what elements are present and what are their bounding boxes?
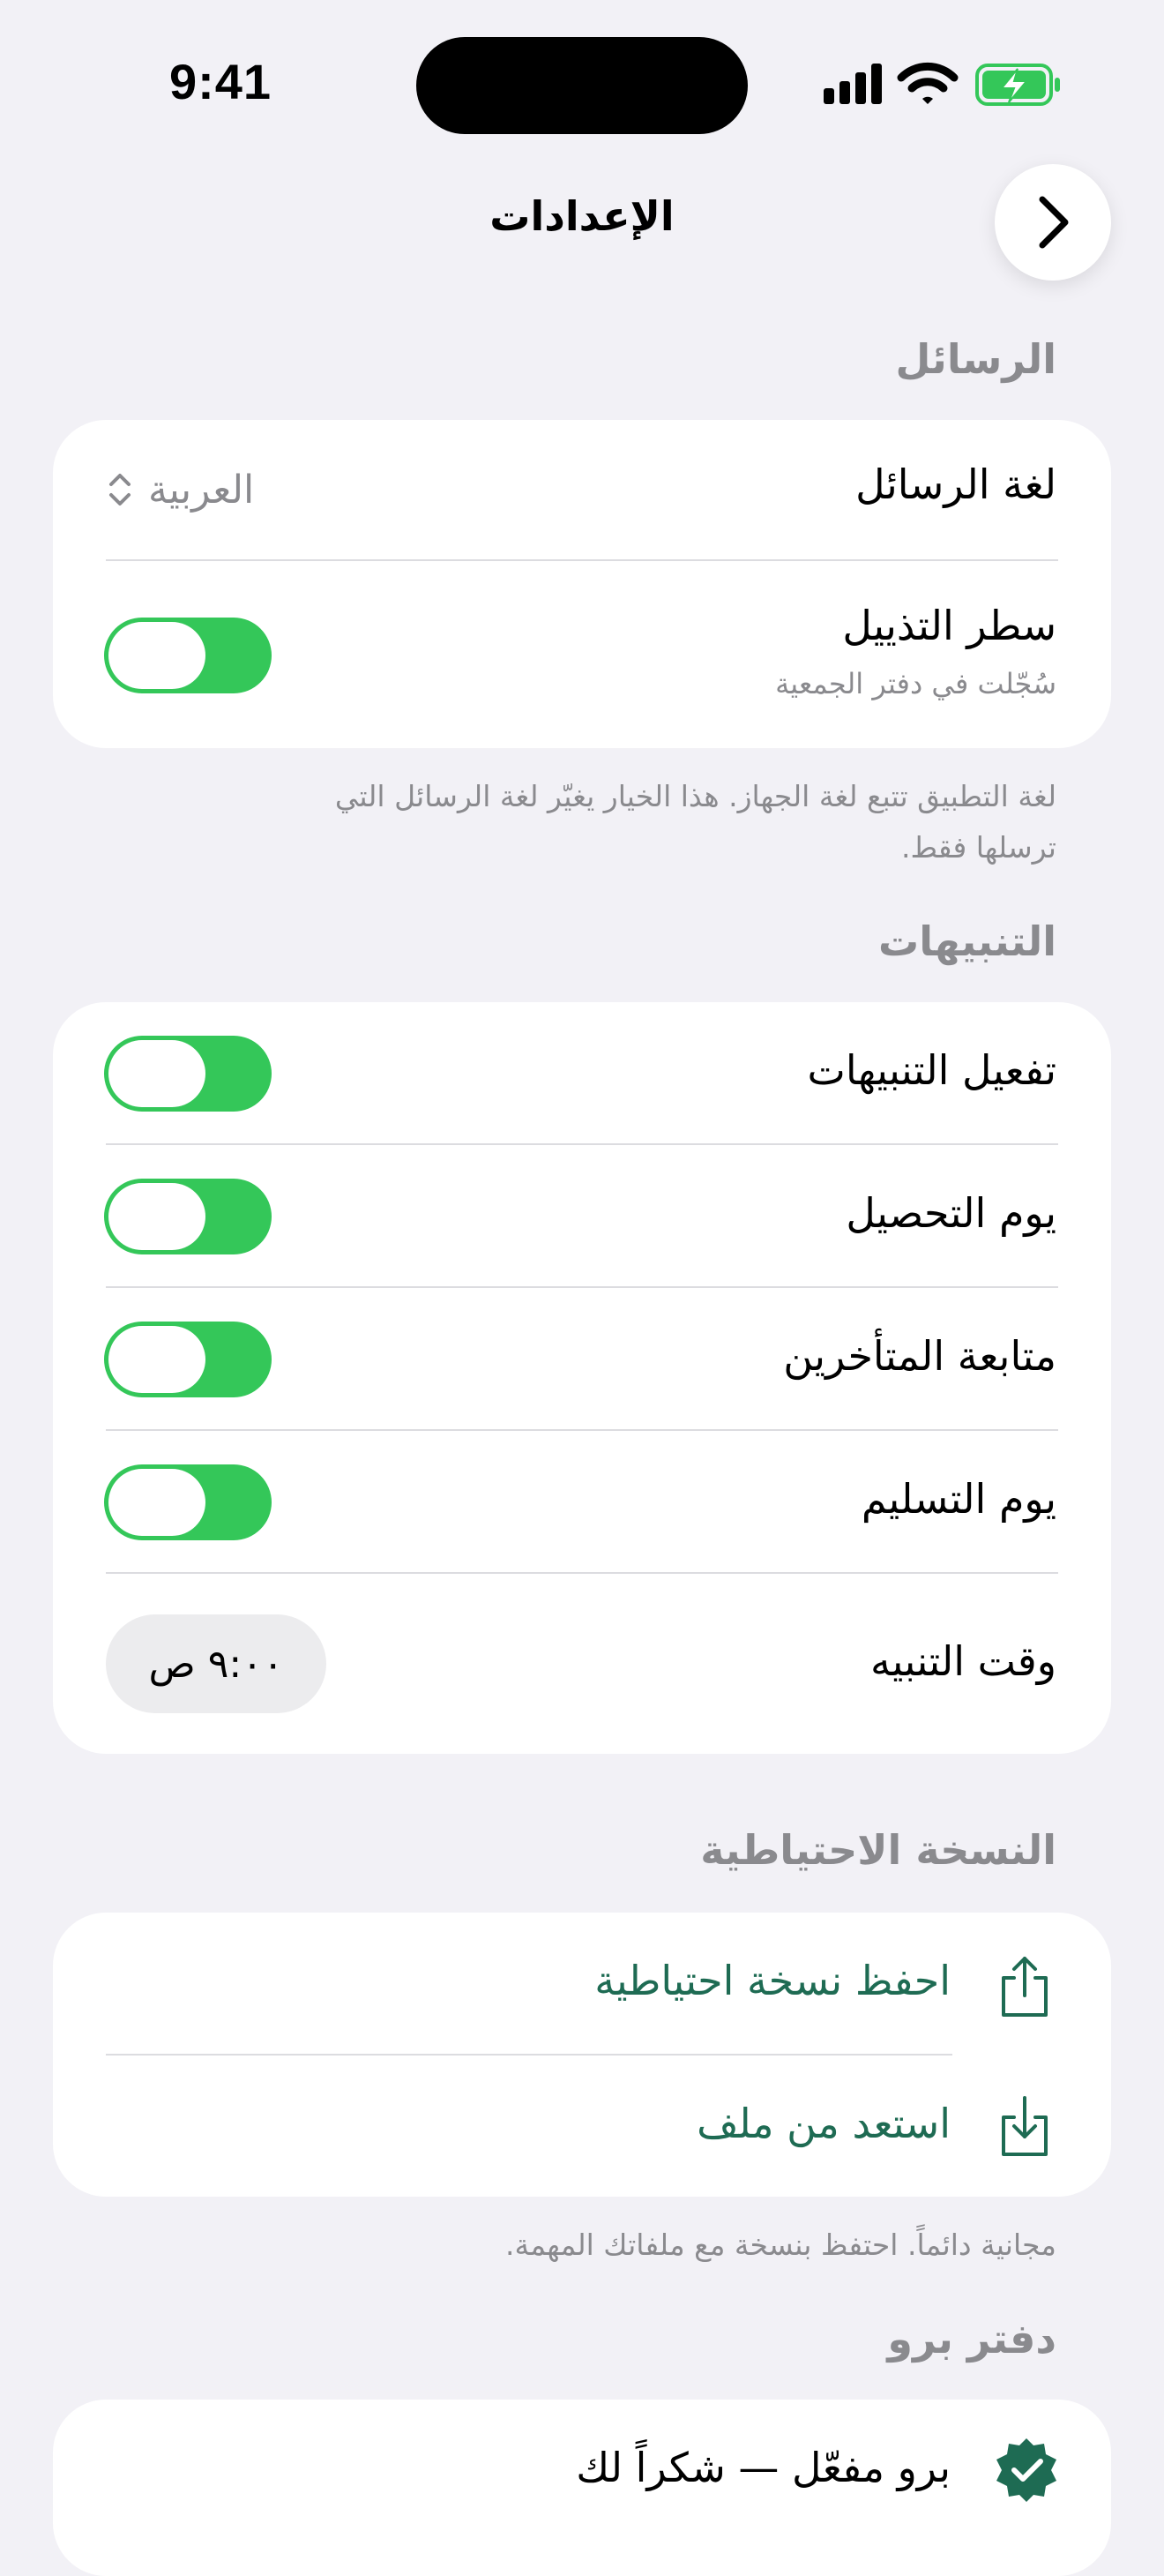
status-icons — [824, 58, 1062, 111]
pro-section-title: دفتر برو — [887, 2315, 1056, 2363]
backup-footnote: مجانية دائماً. احتفظ بنسخة مع ملفاتك الم… — [505, 2228, 1056, 2262]
footer-line-subtitle: سُجّلت في دفتر الجمعية — [775, 667, 1056, 700]
delivery-day-label: يوم التسليم — [861, 1475, 1056, 1523]
messages-section-title: الرسائل — [895, 335, 1057, 383]
collection-day-label: يوم التحصيل — [846, 1189, 1056, 1237]
verified-badge-icon — [996, 2438, 1056, 2502]
late-followup-toggle[interactable] — [104, 1322, 272, 1397]
divider — [106, 1572, 1058, 1574]
toggle-knob — [108, 1040, 205, 1107]
toggle-knob — [108, 622, 205, 689]
toggle-knob — [108, 1469, 205, 1536]
footer-line-toggle[interactable] — [104, 618, 272, 693]
backup-section-title: النسخة الاحتياطية — [700, 1826, 1056, 1874]
footer-line-label: سطر التذييل — [842, 602, 1056, 649]
wifi-icon — [897, 62, 959, 104]
forward-button[interactable] — [995, 164, 1111, 281]
enable-notifications-toggle[interactable] — [104, 1036, 272, 1112]
late-followup-label: متابعة المتأخرين — [783, 1332, 1056, 1380]
page-title: الإعدادات — [489, 192, 675, 240]
restore-from-file-button[interactable]: استعد من ملف — [697, 2100, 951, 2147]
status-time: 9:41 — [168, 54, 272, 109]
divider — [106, 2054, 952, 2056]
toggle-knob — [108, 1326, 205, 1393]
collection-day-toggle[interactable] — [104, 1179, 272, 1254]
chevron-right-icon — [1039, 196, 1069, 249]
toggle-knob — [108, 1183, 205, 1250]
dynamic-island — [416, 37, 748, 134]
notification-time-label: وقت التنبيه — [870, 1637, 1056, 1685]
divider — [106, 559, 1058, 561]
save-backup-button[interactable]: احفظ نسخة احتياطية — [594, 1957, 951, 2004]
battery-charging-icon — [975, 64, 1060, 106]
notification-time-picker[interactable]: ٩:٠٠ ص — [106, 1614, 326, 1713]
messages-footnote: لغة التطبيق تتبع لغة الجهاز. هذا الخيار … — [334, 779, 1056, 865]
divider — [106, 1286, 1058, 1288]
cellular-signal-icon — [824, 64, 882, 104]
chevron-up-down-icon — [109, 474, 131, 505]
pro-status-label: برو مفعّل — شكراً لك — [576, 2444, 951, 2491]
enable-notifications-label: تفعيل التنبيهات — [807, 1046, 1056, 1094]
notifications-section-title: التنبيهات — [877, 917, 1056, 965]
download-icon[interactable] — [996, 2093, 1053, 2160]
message-language-picker[interactable]: العربية — [108, 459, 284, 520]
share-upload-icon[interactable] — [996, 1953, 1053, 2020]
divider — [106, 1429, 1058, 1431]
message-language-label: لغة الرسائل — [855, 461, 1056, 508]
delivery-day-toggle[interactable] — [104, 1464, 272, 1540]
message-language-value: العربية — [148, 467, 255, 513]
divider — [106, 1143, 1058, 1145]
